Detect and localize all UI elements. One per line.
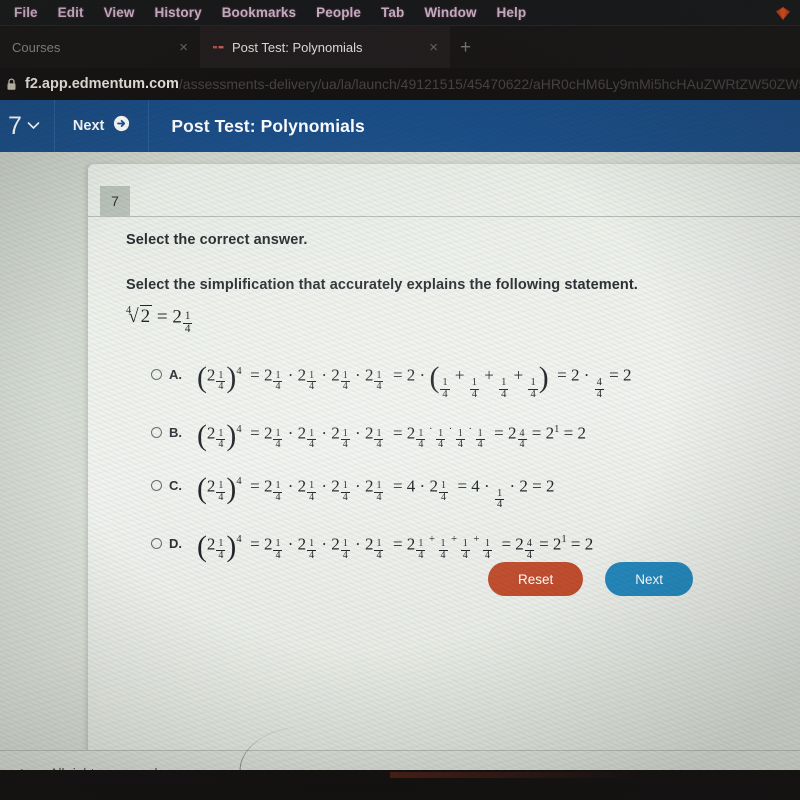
- browser-tab-courses[interactable]: Courses ×: [0, 26, 200, 68]
- header-next-label: Next: [72, 118, 105, 134]
- power-exponent: 14: [182, 310, 193, 335]
- equals-sign: =: [156, 306, 168, 328]
- url-host-text: f2.app.edmentum.com: [25, 76, 179, 92]
- question-statement-math: 4√ 2 = 214: [126, 305, 800, 335]
- menu-item-file[interactable]: File: [4, 5, 48, 20]
- answer-option-b[interactable]: B. (2 1 4)4 = 214 · 214 · 214 · 214 = 214 …: [126, 419, 800, 453]
- fourth-root-expression: 4√ 2: [126, 305, 153, 328]
- option-letter-b: B.: [169, 425, 182, 441]
- radio-button-c[interactable]: [151, 479, 162, 491]
- chevron-down-icon: [27, 117, 40, 135]
- power-base: 2: [172, 306, 182, 328]
- page-body: 7 Select the correct answer. Select the …: [0, 152, 800, 796]
- option-b-math: (2 1 4)4 = 214 · 214 · 214 · 214 = 214 · 1…: [197, 419, 586, 453]
- question-selector-dropdown[interactable]: 7: [0, 100, 55, 152]
- menu-item-history[interactable]: History: [144, 5, 211, 20]
- circle-arrow-right-icon: [113, 115, 130, 137]
- menu-item-people[interactable]: People: [306, 5, 371, 20]
- menu-item-view[interactable]: View: [94, 5, 145, 20]
- macos-menu-bar: File Edit View History Bookmarks People …: [0, 0, 800, 26]
- reset-button[interactable]: Reset: [488, 562, 584, 596]
- radio-button-b[interactable]: [151, 427, 162, 439]
- question-number-badge: 7: [100, 186, 130, 216]
- action-buttons: Reset Next: [488, 562, 694, 596]
- close-icon[interactable]: ×: [169, 40, 188, 55]
- bezel-glow: [390, 772, 640, 778]
- menu-item-tab[interactable]: Tab: [371, 5, 414, 20]
- diamond-app-icon[interactable]: [772, 3, 794, 23]
- new-tab-button[interactable]: +: [450, 38, 481, 57]
- question-prompt: Select the correct answer.: [126, 232, 308, 248]
- answer-options-list: A. (2 1 4)4 = 214 · 214 · 214 · 214 = 2 · …: [126, 361, 800, 563]
- option-c-math: (2 1 4)4 = 214 · 214 · 214 · 214 = 4 · 214…: [197, 471, 555, 511]
- root-index: 4: [126, 305, 132, 317]
- radicand: 2: [139, 305, 153, 328]
- radio-button-a[interactable]: [151, 369, 162, 381]
- menu-item-help[interactable]: Help: [487, 5, 537, 20]
- option-letter-a: A.: [169, 367, 182, 383]
- radio-button-d[interactable]: [151, 537, 162, 549]
- lock-icon: [6, 77, 17, 91]
- question-statement-text: Select the simplification that accuratel…: [126, 277, 638, 293]
- option-letter-c: C.: [169, 477, 182, 493]
- option-d-math: (2 1 4)4 = 214 · 214 · 214 · 214 = 214 + 1…: [197, 529, 594, 563]
- answer-option-c[interactable]: C. (2 1 4)4 = 214 · 214 · 214 · 214 = 4 · …: [126, 472, 800, 511]
- url-path-text: /assessments-delivery/ua/la/launch/49121…: [178, 76, 800, 92]
- next-button[interactable]: Next: [605, 562, 694, 596]
- browser-tab-strip: Courses × Post Test: Polynomials × +: [0, 26, 800, 68]
- card-divider: [88, 216, 800, 217]
- menu-item-window[interactable]: Window: [414, 5, 486, 20]
- browser-tab-post-test-polynomials[interactable]: Post Test: Polynomials ×: [200, 26, 450, 68]
- close-icon[interactable]: ×: [419, 40, 438, 55]
- screen-photo: File Edit View History Bookmarks People …: [0, 0, 800, 800]
- menu-item-bookmarks[interactable]: Bookmarks: [212, 5, 306, 20]
- question-card: 7 Select the correct answer. Select the …: [88, 164, 800, 754]
- assessment-title: Post Test: Polynomials: [171, 115, 365, 136]
- tab-title: Courses: [12, 39, 61, 55]
- address-bar[interactable]: f2.app.edmentum.com /assessments-deliver…: [0, 68, 800, 100]
- option-a-math: (2 1 4)4 = 214 · 214 · 214 · 214 = 2 · (1 4…: [197, 361, 632, 400]
- tab-title: Post Test: Polynomials: [232, 39, 363, 55]
- current-question-number: 7: [8, 111, 22, 140]
- favicon-icon: [212, 41, 224, 53]
- option-letter-d: D.: [169, 535, 182, 551]
- menu-item-edit[interactable]: Edit: [48, 5, 94, 20]
- answer-option-a[interactable]: A. (2 1 4)4 = 214 · 214 · 214 · 214 = 2 · …: [126, 361, 800, 400]
- assessment-header-bar: 7 Next Post Test: Polynomials: [0, 100, 800, 152]
- header-next-button[interactable]: Next: [55, 100, 150, 152]
- answer-option-d[interactable]: D. (2 1 4)4 = 214 · 214 · 214 · 214 = 214 …: [126, 530, 800, 564]
